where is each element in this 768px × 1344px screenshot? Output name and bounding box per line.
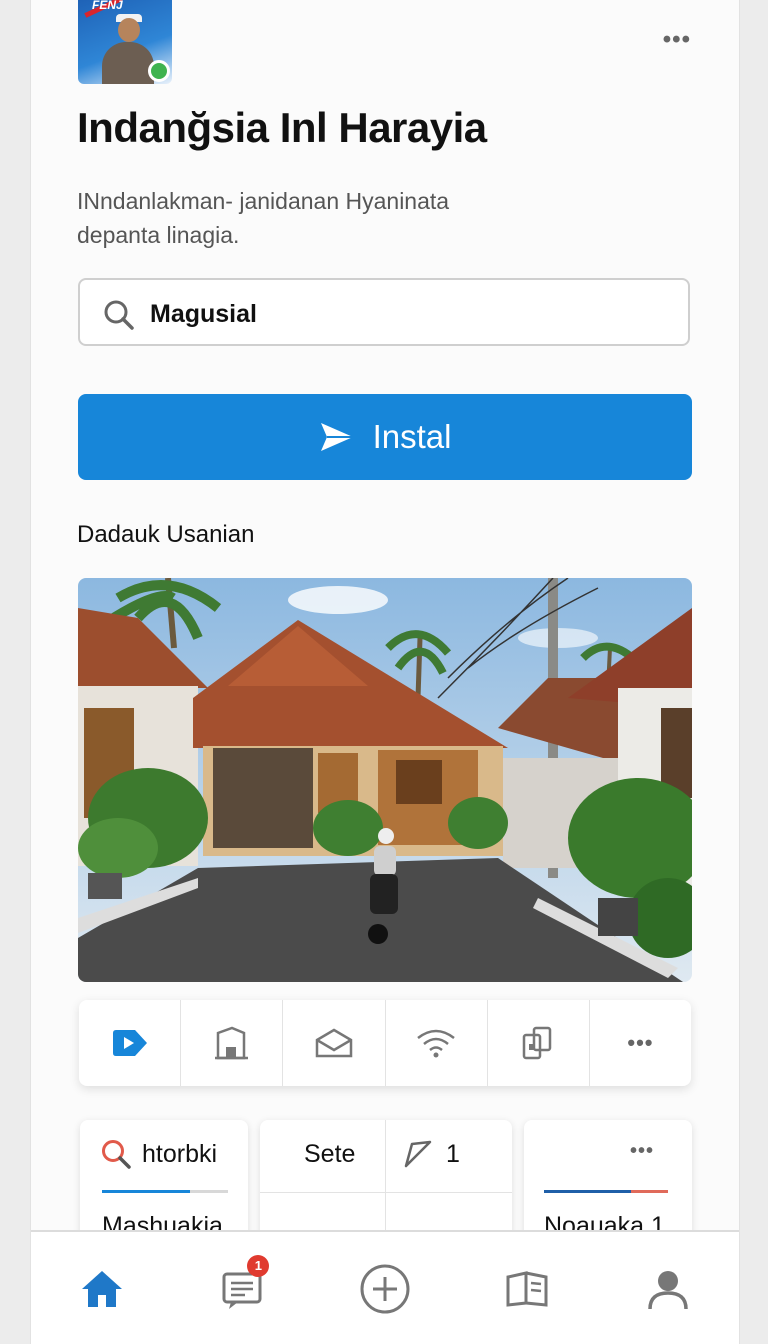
village-photo <box>78 578 692 982</box>
app-description: INndanlakman- janidanan Hyaninata depant… <box>77 188 450 248</box>
verified-badge-icon <box>148 60 170 82</box>
more-icon[interactable]: ••• <box>630 1140 654 1163</box>
app-screen: FENJ ••• Indanğsia Inl Harayia INndanlak… <box>30 0 740 1344</box>
card-title: htorbki <box>142 1140 218 1168</box>
toolbar-building-button[interactable] <box>181 1000 284 1086</box>
search-icon <box>102 1140 131 1169</box>
more-options-icon[interactable]: ••• <box>663 26 691 54</box>
notification-badge: 1 <box>247 1255 270 1277</box>
mail-icon <box>315 1028 353 1058</box>
toolbar-device-button[interactable] <box>488 1000 590 1086</box>
toolbar-more-button[interactable]: ••• <box>590 1000 691 1086</box>
share-icon <box>404 1140 432 1168</box>
add-circle-icon <box>360 1264 410 1314</box>
action-toolbar: ••• <box>79 1000 691 1086</box>
wifi-icon <box>417 1029 455 1058</box>
install-button[interactable]: Instal <box>78 394 692 480</box>
app-title: Indanğsia Inl Harayia <box>77 104 487 151</box>
toolbar-wifi-button[interactable] <box>386 1000 488 1086</box>
search-input[interactable]: Magusial <box>78 278 690 346</box>
nav-profile[interactable] <box>628 1249 708 1329</box>
play-icon <box>112 1030 147 1056</box>
building-icon <box>214 1026 248 1060</box>
nav-add[interactable] <box>345 1249 425 1329</box>
more-icon: ••• <box>627 1030 654 1055</box>
nav-home[interactable] <box>62 1249 142 1329</box>
send-icon <box>320 423 353 451</box>
install-button-label: Instal <box>372 418 452 455</box>
app-icon: FENJ <box>78 0 172 84</box>
book-icon <box>506 1271 548 1307</box>
section-heading: Dadauk Usanian <box>77 521 255 548</box>
card-count: 1 <box>446 1140 460 1168</box>
device-icon <box>523 1026 552 1060</box>
app-icon-label: FENJ <box>92 0 123 12</box>
home-icon <box>81 1271 122 1307</box>
search-value: Magusial <box>150 300 257 328</box>
toolbar-play-button[interactable] <box>79 1000 182 1086</box>
nav-reader[interactable] <box>487 1249 567 1329</box>
toolbar-mail-button[interactable] <box>283 1000 386 1086</box>
progress-bar <box>102 1190 228 1193</box>
nav-messages[interactable]: 1 <box>203 1249 283 1329</box>
progress-bar <box>544 1190 668 1193</box>
card-title: Sete <box>304 1140 356 1168</box>
search-icon <box>104 300 134 330</box>
profile-icon <box>648 1271 688 1310</box>
bottom-navigation: 1 <box>31 1230 739 1344</box>
